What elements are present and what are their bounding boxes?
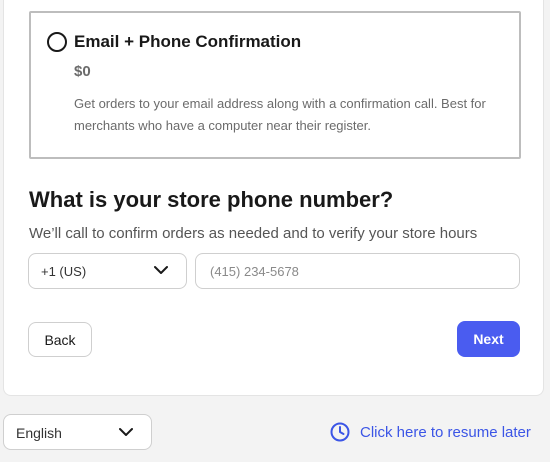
language-value: English <box>16 425 62 441</box>
country-code-value: +1 (US) <box>41 264 87 279</box>
resume-later-link[interactable]: Click here to resume later <box>330 421 531 443</box>
resume-later-label: Click here to resume later <box>360 423 531 441</box>
form-card: Email + Phone Confirmation $0 Get orders… <box>3 0 544 396</box>
back-button[interactable]: Back <box>28 322 92 357</box>
country-code-select[interactable]: +1 (US) <box>28 253 187 289</box>
option-description: Get orders to your email address along w… <box>74 96 486 133</box>
clock-icon <box>330 422 350 442</box>
next-button[interactable]: Next <box>457 321 520 357</box>
phone-heading: What is your store phone number? <box>29 187 394 212</box>
option-title: Email + Phone Confirmation <box>74 32 302 51</box>
radio-unselected-icon[interactable] <box>47 32 67 52</box>
phone-subtext: We’ll call to confirm orders as needed a… <box>29 225 478 242</box>
chevron-down-icon <box>119 428 133 436</box>
language-select[interactable]: English <box>3 414 152 450</box>
option-price: $0 <box>74 63 91 80</box>
phone-number-input[interactable] <box>195 253 520 289</box>
chevron-down-icon <box>154 266 168 274</box>
confirmation-option-card[interactable]: Email + Phone Confirmation $0 Get orders… <box>29 11 521 159</box>
